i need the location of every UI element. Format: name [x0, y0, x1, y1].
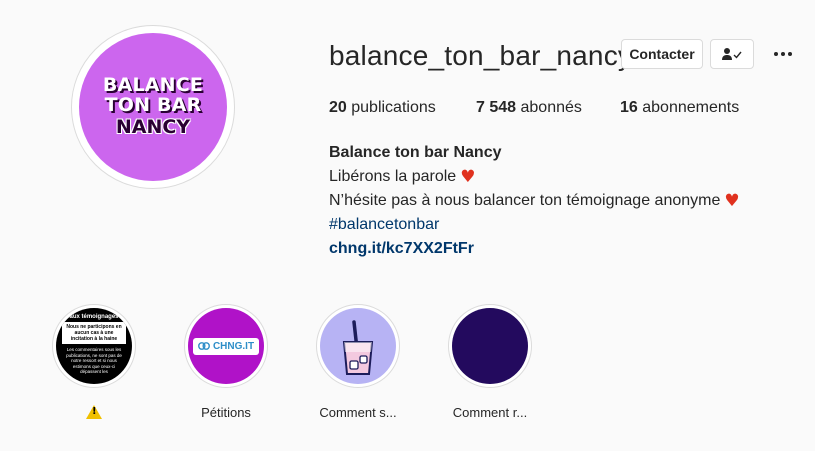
link-icon: [198, 342, 210, 350]
highlight-cover[interactable]: [316, 304, 400, 388]
cover-title: aux témoignages: [69, 314, 119, 320]
chng-pill: CHNG.IT: [192, 337, 260, 355]
followers-number: 7 548: [476, 99, 517, 116]
highlight-label: Comment r...: [452, 405, 528, 420]
heart-icon: ♥: [724, 191, 740, 211]
highlight-label: Pétitions: [201, 405, 251, 420]
highlight-label: Comment s...: [319, 405, 397, 420]
highlight-cover-image: aux témoignages Nous ne participons en a…: [56, 308, 132, 384]
posts-count: 20 publications: [329, 99, 436, 117]
followers-label: abonnés: [520, 99, 582, 116]
bio-line: N’hésite pas à nous balancer ton témoign…: [329, 189, 740, 213]
highlight-cover-image: [452, 308, 528, 384]
avatar-text-line: NANCY: [115, 115, 191, 138]
story-highlight[interactable]: Comment s...: [303, 304, 413, 420]
bio-line-text: Libérons la parole: [329, 168, 457, 185]
bio-name: Balance ton bar Nancy: [329, 144, 502, 161]
chng-pill-text: CHNG.IT: [212, 340, 255, 352]
following-button[interactable]: [710, 39, 754, 69]
highlight-label: [39, 405, 149, 422]
posts-number: 20: [329, 99, 347, 116]
avatar-text-line: TON BAR: [104, 94, 202, 117]
drink-glass-icon: [342, 320, 374, 375]
posts-label: publications: [351, 99, 436, 116]
bio-line-text: N’hésite pas à nous balancer ton témoign…: [329, 192, 721, 209]
contact-button[interactable]: Contacter: [621, 39, 703, 69]
profile-bio: Balance ton bar Nancy Libérons la parole…: [329, 141, 740, 261]
heart-icon: ♥: [460, 167, 476, 187]
highlight-cover[interactable]: aux témoignages Nous ne participons en a…: [52, 304, 136, 388]
following-link[interactable]: 16 abonnements: [620, 99, 739, 117]
followers-link[interactable]: 7 548 abonnés: [476, 99, 582, 117]
profile-avatar[interactable]: BALANCE TON BAR NANCY: [71, 25, 235, 189]
avatar-text-line: BALANCE: [102, 74, 204, 97]
story-highlight[interactable]: CHNG.IT Pétitions: [171, 304, 281, 420]
bio-line: Libérons la parole ♥: [329, 165, 740, 189]
following-number: 16: [620, 99, 638, 116]
cover-small-text: Les commentaires sous les publications, …: [66, 347, 122, 374]
story-highlight[interactable]: Comment r...: [435, 304, 545, 420]
highlight-cover-image: [320, 308, 396, 384]
highlight-cover[interactable]: CHNG.IT: [184, 304, 268, 388]
story-highlight[interactable]: aux témoignages Nous ne participons en a…: [39, 304, 149, 422]
highlight-cover[interactable]: [448, 304, 532, 388]
person-check-icon: [722, 48, 742, 60]
bio-hashtag-link[interactable]: #balancetonbar: [329, 213, 740, 237]
bio-external-link[interactable]: chng.it/kc7XX2FtFr: [329, 237, 740, 261]
warning-icon: [86, 405, 102, 419]
more-icon-dot: [781, 52, 785, 56]
following-label: abonnements: [642, 99, 740, 116]
more-options-button[interactable]: [771, 44, 795, 64]
more-icon-dot: [788, 52, 792, 56]
avatar-image: BALANCE TON BAR NANCY: [79, 33, 227, 181]
profile-username: balance_ton_bar_nancy: [329, 40, 633, 71]
highlight-cover-image: CHNG.IT: [188, 308, 264, 384]
cover-notice: Nous ne participons en aucun cas à une i…: [62, 322, 126, 344]
more-icon: [774, 52, 778, 56]
